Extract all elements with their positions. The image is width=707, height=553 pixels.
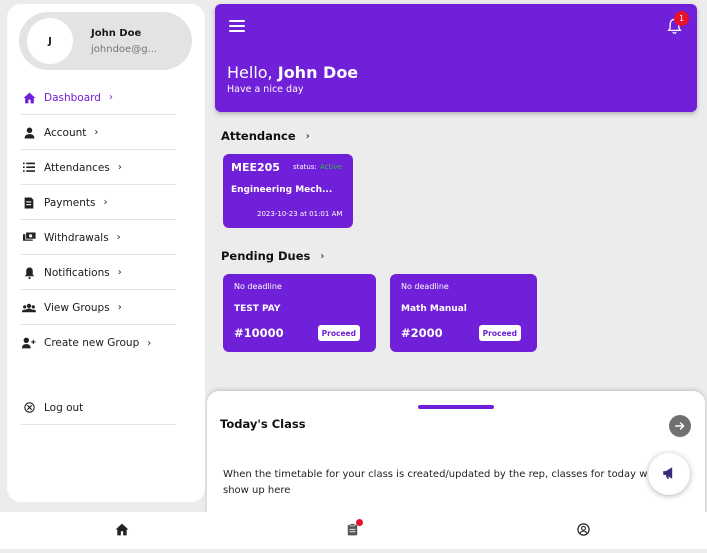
sidebar-item-label: Payments xyxy=(44,196,96,209)
pending-dues-section-link[interactable]: Pending Dues › xyxy=(221,249,324,263)
greeting: Hello, John Doe xyxy=(227,63,358,82)
due-deadline: No deadline xyxy=(234,282,282,291)
course-name: Engineering Mech... xyxy=(231,185,333,195)
receipt-icon xyxy=(22,196,36,210)
drag-handle[interactable] xyxy=(418,405,494,409)
due-card: No deadline TEST PAY #10000 Proceed xyxy=(223,274,376,352)
proceed-button[interactable]: Proceed xyxy=(317,325,360,341)
sidebar-item-label: View Groups xyxy=(44,301,110,314)
add-person-icon xyxy=(22,336,36,350)
logout-label: Log out xyxy=(44,401,84,414)
greeting-subtitle: Have a nice day xyxy=(227,84,304,95)
sidebar-item-label: Dashboard xyxy=(44,91,101,104)
chevron-right-icon: › xyxy=(117,267,122,278)
logout-icon xyxy=(22,401,36,415)
status-badge: Active xyxy=(320,163,342,171)
todays-class-panel: Today's Class When the timetable for you… xyxy=(207,391,705,516)
greeting-prefix: Hello, xyxy=(227,63,273,82)
chevron-right-icon: › xyxy=(147,337,152,349)
groups-icon xyxy=(22,301,36,315)
todays-class-title: Today's Class xyxy=(220,417,306,431)
list-icon xyxy=(22,161,36,175)
header-banner: 1 Hello, John Doe Have a nice day xyxy=(215,4,697,112)
sidebar-item-label: Attendances xyxy=(44,161,110,174)
notification-badge: 1 xyxy=(674,11,689,26)
chevron-right-icon: › xyxy=(320,250,325,262)
due-name: TEST PAY xyxy=(234,304,281,314)
profile-name: John Doe xyxy=(91,28,142,39)
due-name: Math Manual xyxy=(401,304,467,314)
sidebar-item-label: Account xyxy=(44,126,87,139)
status-label: status: xyxy=(293,163,317,171)
home-icon xyxy=(115,521,129,540)
chevron-right-icon: › xyxy=(94,127,99,138)
sidebar-item-notifications[interactable]: Notifications › xyxy=(21,256,176,290)
person-icon xyxy=(22,126,36,140)
chevron-right-icon: › xyxy=(116,232,121,243)
sidebar-item-dashboard[interactable]: Dashboard › xyxy=(21,81,176,115)
bottom-nav-home[interactable] xyxy=(114,522,130,538)
pending-dues-title: Pending Dues xyxy=(221,249,311,263)
chevron-right-icon: › xyxy=(103,197,108,208)
bell-icon xyxy=(22,266,36,280)
greeting-name: John Doe xyxy=(277,63,359,82)
bottom-nav-profile[interactable] xyxy=(575,522,591,538)
sidebar-item-account[interactable]: Account › xyxy=(21,116,176,150)
avatar: J xyxy=(27,18,73,64)
profile-email: johndoe@g... xyxy=(91,44,158,55)
chevron-right-icon: › xyxy=(305,130,310,142)
chevron-right-icon: › xyxy=(108,92,113,103)
money-icon xyxy=(22,231,36,245)
course-code: MEE205 xyxy=(231,161,280,174)
home-icon xyxy=(22,91,36,105)
sidebar-item-payments[interactable]: Payments › xyxy=(21,186,176,220)
menu-icon[interactable] xyxy=(229,20,245,32)
sidebar-item-label: Withdrawals xyxy=(44,231,109,244)
chevron-right-icon: › xyxy=(117,162,122,173)
sidebar-item-attendances[interactable]: Attendances › xyxy=(21,151,176,185)
due-card: No deadline Math Manual #2000 Proceed xyxy=(390,274,537,352)
sidebar-item-withdrawals[interactable]: Withdrawals › xyxy=(21,221,176,255)
due-amount: #10000 xyxy=(234,326,284,340)
due-deadline: No deadline xyxy=(401,282,449,291)
bottom-nav xyxy=(0,512,707,549)
sidebar-item-label: Notifications xyxy=(44,266,110,279)
arrow-right-icon[interactable] xyxy=(669,415,691,437)
account-circle-icon xyxy=(576,521,590,540)
proceed-button[interactable]: Proceed xyxy=(478,325,521,341)
sidebar-item-view-groups[interactable]: View Groups › xyxy=(21,291,176,325)
logout-button[interactable]: Log out xyxy=(21,391,176,425)
sidebar-item-label: Create new Group xyxy=(44,337,140,349)
chevron-right-icon: › xyxy=(117,302,122,313)
attendance-datetime: 2023-10-23 at 01:01 AM xyxy=(257,210,343,218)
megaphone-icon xyxy=(662,465,676,484)
due-amount: #2000 xyxy=(401,326,443,340)
notification-dot xyxy=(356,519,363,526)
profile-card[interactable]: J John Doe johndoe@g... xyxy=(19,12,192,70)
attendance-card[interactable]: MEE205 status: Active Engineering Mech..… xyxy=(223,154,353,228)
attendance-title: Attendance xyxy=(221,129,296,143)
sidebar-item-create-group[interactable]: Create new Group › xyxy=(21,326,176,360)
announcement-button[interactable] xyxy=(648,453,690,495)
bottom-nav-dues[interactable] xyxy=(344,519,363,538)
todays-class-message: When the timetable for your class is cre… xyxy=(223,469,656,496)
attendance-section-link[interactable]: Attendance › xyxy=(221,129,310,143)
